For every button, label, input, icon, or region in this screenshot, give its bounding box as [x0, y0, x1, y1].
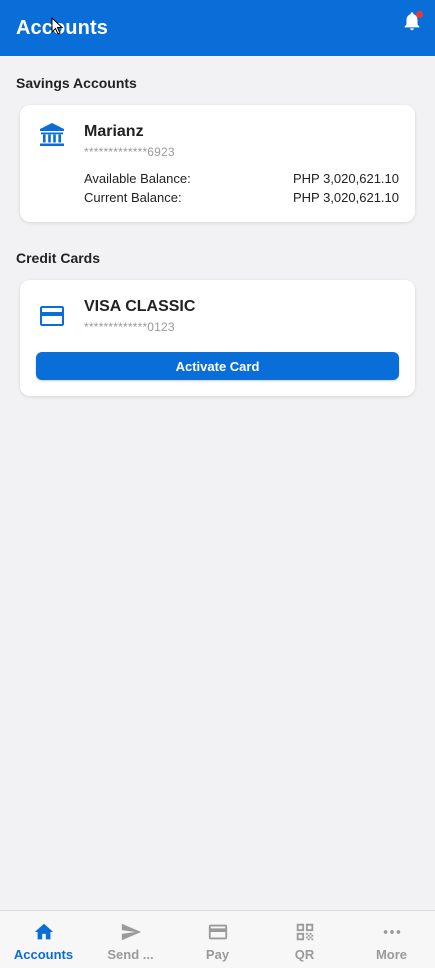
- more-icon: [383, 930, 400, 934]
- account-name: Marianz: [84, 123, 144, 140]
- available-balance-value: PHP 3,020,621.10: [292, 171, 399, 186]
- bottom-nav: Accounts Send ... Pay QR More: [0, 910, 435, 968]
- credit-card-card[interactable]: VISA CLASSIC *************0123 Activate …: [20, 280, 415, 396]
- savings-section-title: Savings Accounts: [16, 75, 137, 91]
- nav-item-send[interactable]: Send ...: [87, 911, 174, 968]
- send-icon: [121, 923, 141, 941]
- bank-icon: [40, 123, 64, 146]
- current-balance-value: PHP 3,020,621.10: [292, 190, 399, 205]
- activate-card-button[interactable]: Activate Card: [36, 352, 399, 380]
- card-icon: [208, 924, 227, 940]
- credit-section-title: Credit Cards: [16, 250, 101, 266]
- app: Accounts Savings Accounts Marianz ******…: [0, 0, 435, 968]
- credit-card-icon: [40, 306, 64, 326]
- current-balance-row: Current Balance: PHP 3,020,621.10: [84, 190, 399, 205]
- nav-item-more[interactable]: More: [348, 911, 435, 968]
- nav-label: Send ...: [107, 947, 154, 962]
- nav-item-qr[interactable]: QR: [261, 911, 348, 968]
- header-bar: Accounts: [0, 0, 435, 56]
- nav-label: Accounts: [13, 947, 74, 962]
- nav-label: QR: [294, 947, 315, 962]
- nav-item-accounts[interactable]: Accounts: [0, 911, 87, 968]
- notification-dot: [416, 11, 423, 18]
- card-name: VISA CLASSIC: [84, 298, 196, 315]
- nav-item-pay[interactable]: Pay: [174, 911, 261, 968]
- mouse-cursor-icon: [51, 17, 63, 35]
- available-balance-row: Available Balance: PHP 3,020,621.10: [84, 171, 399, 186]
- savings-account-card[interactable]: Marianz *************6923 Available Bala…: [20, 105, 415, 222]
- bell-icon[interactable]: [401, 10, 423, 32]
- current-balance-label: Current Balance:: [84, 190, 182, 205]
- qr-icon: [296, 923, 313, 941]
- nav-label: Pay: [205, 947, 230, 962]
- card-number: *************0123: [84, 320, 175, 334]
- nav-label: More: [375, 947, 408, 962]
- account-number: *************6923: [84, 145, 175, 159]
- available-balance-label: Available Balance:: [84, 171, 191, 186]
- home-icon: [34, 923, 53, 940]
